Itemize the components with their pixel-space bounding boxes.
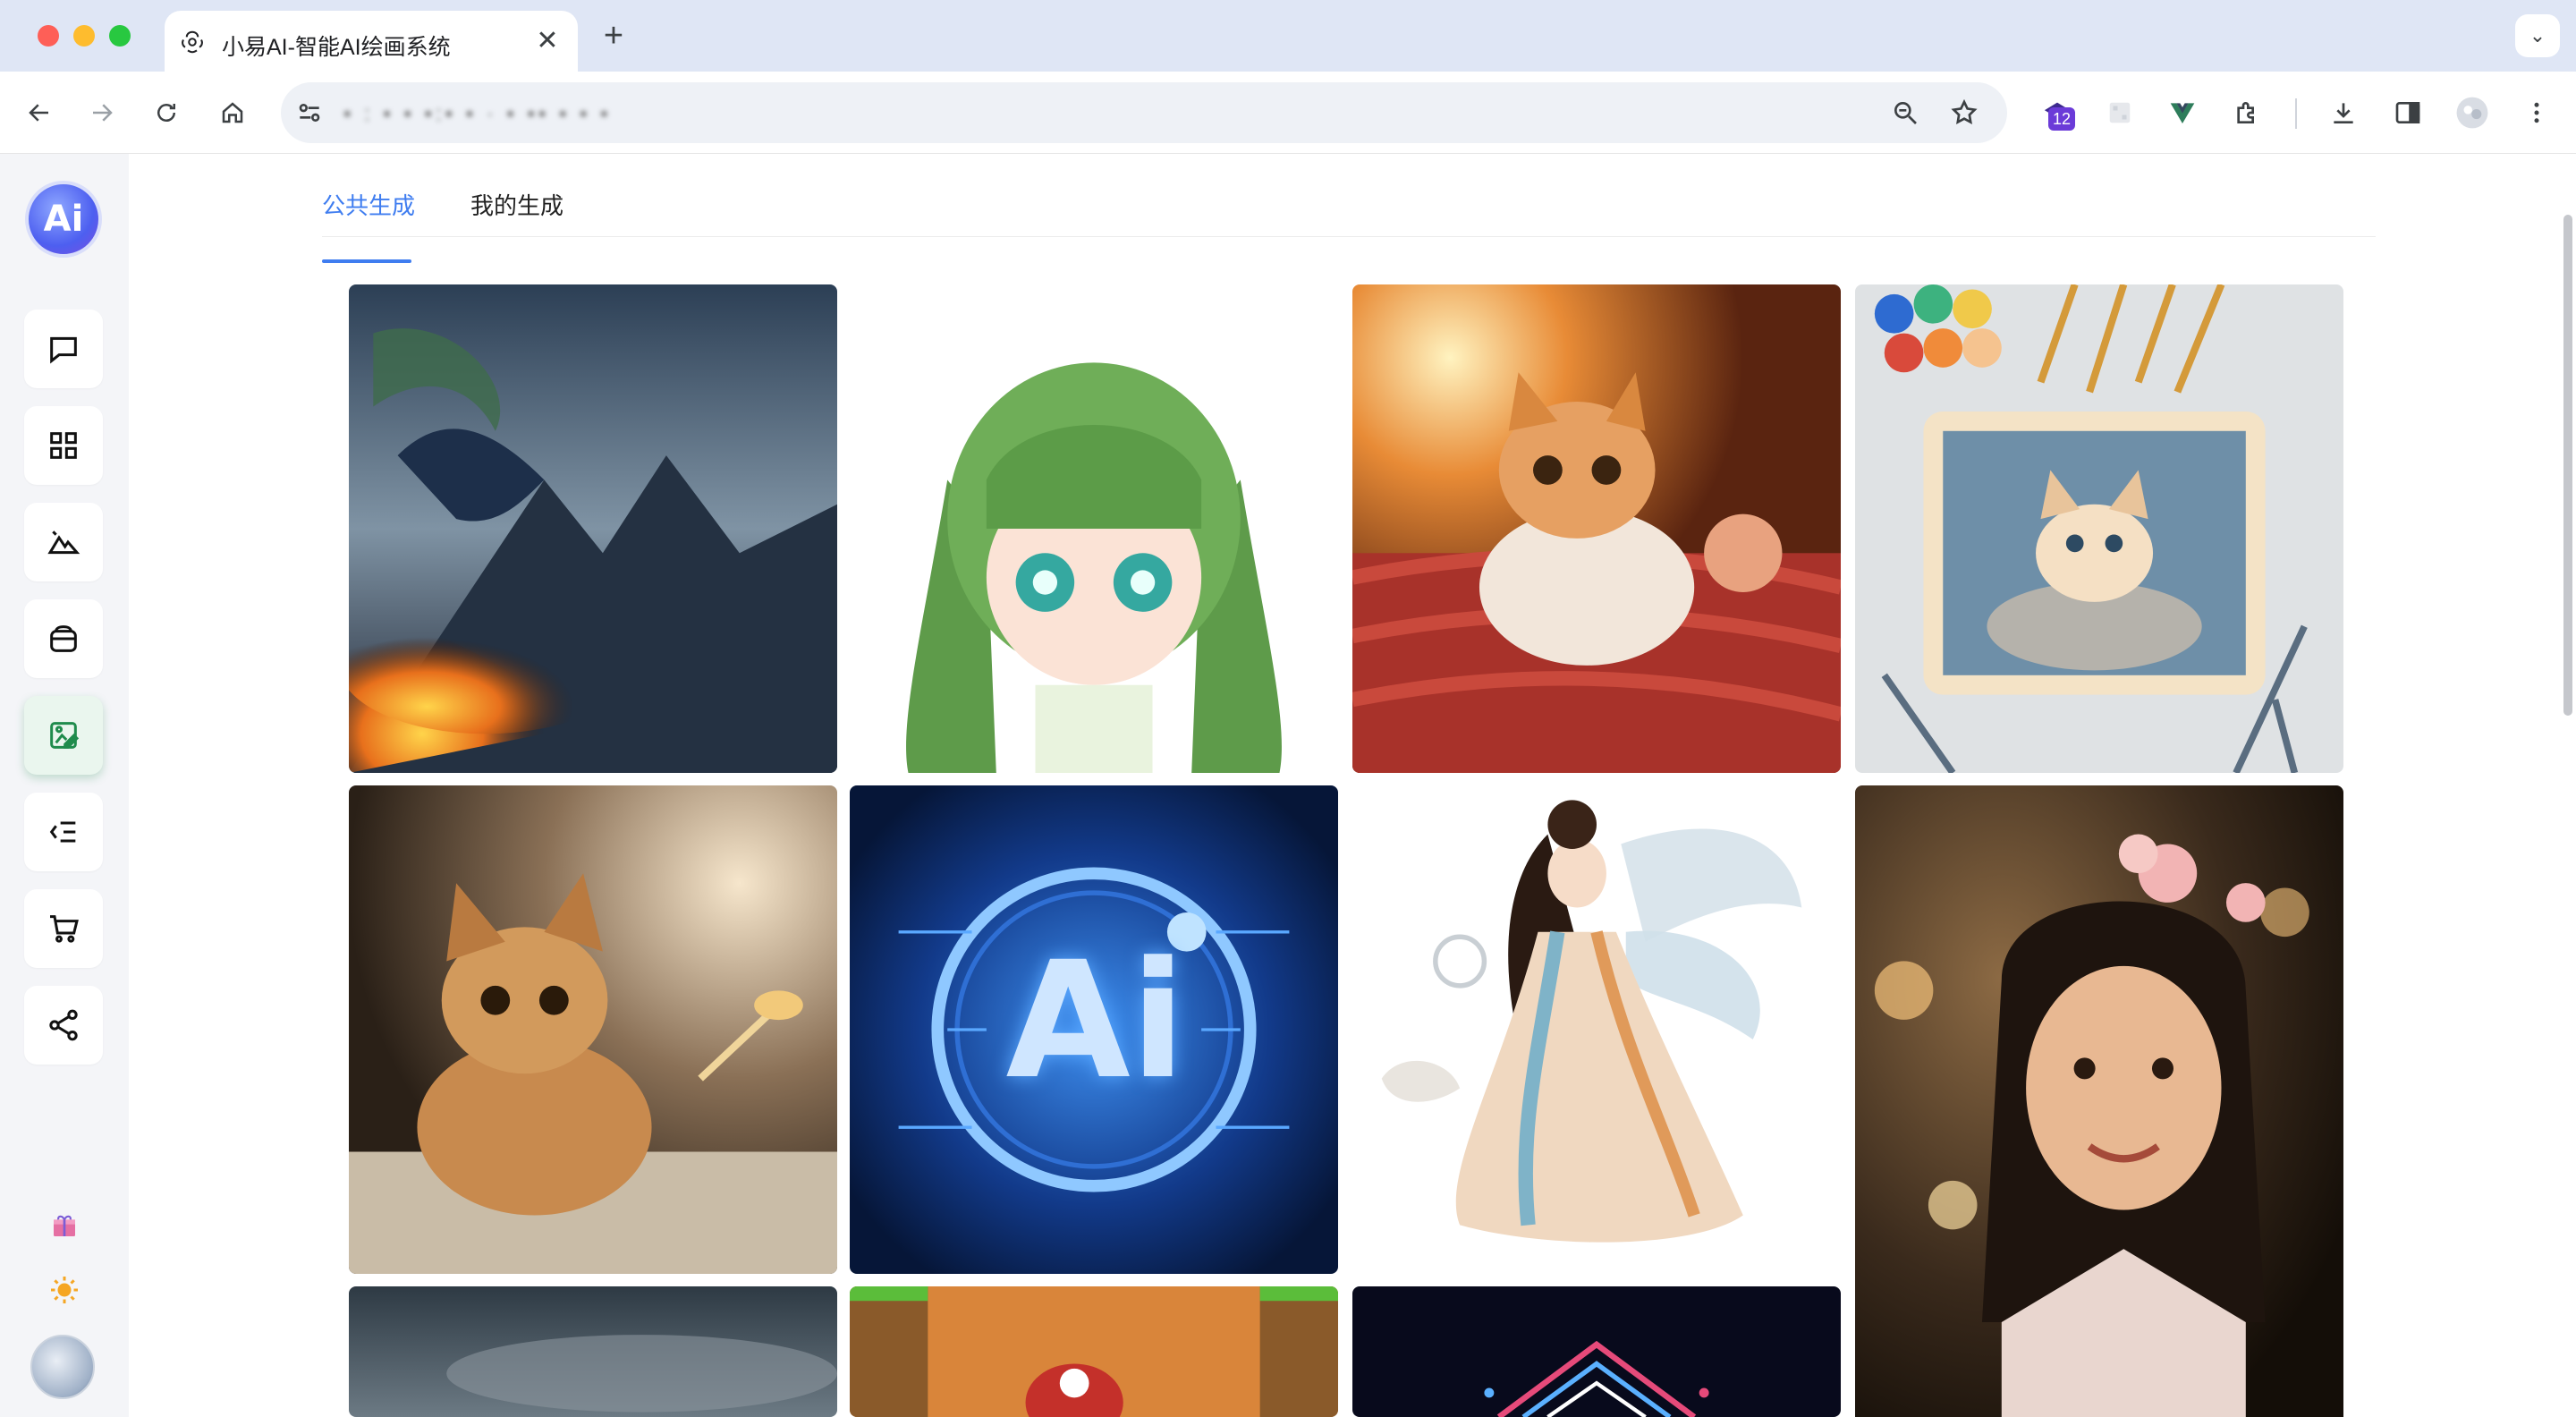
tab-search-button[interactable]: ⌄ <box>2515 14 2560 57</box>
sun-icon[interactable] <box>47 1272 82 1308</box>
ai-emblem-text: Ai <box>1005 928 1186 1115</box>
browser-tab[interactable]: 小易AI-智能AI绘画系统 ✕ <box>165 11 578 72</box>
sidebar-item-share[interactable] <box>24 986 103 1065</box>
openai-favicon-icon <box>182 30 203 54</box>
sidebar-item-apps[interactable] <box>24 406 103 485</box>
tabs-divider <box>322 236 2376 237</box>
address-bar[interactable]: • : • • •:• • · • •• • • • <box>281 82 2007 143</box>
window-close-button[interactable] <box>38 25 59 47</box>
gallery-image-dragon[interactable] <box>349 284 837 773</box>
list-collapse-icon <box>49 821 76 843</box>
tab-title: 小易AI-智能AI绘画系统 <box>222 35 451 60</box>
bookmark-star-icon[interactable] <box>1950 98 1979 132</box>
gallery-image-cloudy-sky[interactable] <box>349 1286 837 1417</box>
gallery-image-game-world[interactable] <box>850 1286 1338 1417</box>
site-settings-icon[interactable] <box>295 98 324 132</box>
sidebar: Ai <box>0 154 129 1417</box>
user-avatar[interactable] <box>30 1335 95 1399</box>
gift-icon[interactable] <box>47 1208 82 1243</box>
chat-bubble-icon <box>50 336 77 364</box>
gallery-image-tabby-cat[interactable] <box>349 785 837 1274</box>
gallery-image-hanfu-fairy[interactable] <box>1352 785 1841 1274</box>
vue-devtools-icon[interactable] <box>2161 91 2204 134</box>
profile-icon[interactable] <box>2451 91 2494 134</box>
back-icon[interactable] <box>18 91 61 134</box>
browser-toolbar: • : • • •:• • · • •• • • • 12 <box>0 72 2576 154</box>
browser-tab-strip: 小易AI-智能AI绘画系统 ✕ + ⌄ <box>0 0 2576 72</box>
tab-my-generation[interactable]: 我的生成 <box>470 188 564 221</box>
reload-icon[interactable] <box>145 91 188 134</box>
sidebar-item-chat[interactable] <box>24 310 103 388</box>
extension-icon[interactable] <box>2098 91 2141 134</box>
more-menu-icon[interactable] <box>2515 91 2558 134</box>
sidebar-item-shop[interactable] <box>24 889 103 968</box>
sidebar-item-outline[interactable] <box>24 793 103 871</box>
app-page: Ai 公共生成 我的生成 Ai <box>0 154 2576 1417</box>
sidebar-item-gallery[interactable] <box>24 503 103 581</box>
gallery-image-anime-girl[interactable] <box>850 284 1338 773</box>
zoom-icon[interactable] <box>1891 98 1919 132</box>
sidebar-item-wallet[interactable] <box>24 599 103 678</box>
side-panel-icon[interactable] <box>2386 91 2429 134</box>
share-icon <box>49 1009 78 1041</box>
mountain-icon <box>47 530 80 555</box>
page-scrollbar[interactable] <box>2563 215 2572 716</box>
extensions-puzzle-icon[interactable] <box>2225 91 2268 134</box>
home-icon[interactable] <box>211 91 254 134</box>
grid-icon <box>50 432 77 459</box>
window-maximize-button[interactable] <box>109 25 131 47</box>
sidebar-item-drawing[interactable] <box>24 696 103 775</box>
wallet-icon <box>50 625 77 652</box>
gallery-image-neon-circuit[interactable] <box>1352 1286 1841 1417</box>
gallery-image-kitten-painting[interactable] <box>1855 284 2343 773</box>
gallery-image-portrait-girl[interactable] <box>1855 785 2343 1417</box>
toolbar-separator <box>2295 98 2297 129</box>
cart-icon <box>50 915 79 943</box>
forward-icon[interactable] <box>80 91 123 134</box>
extension-count-badge: 12 <box>2048 107 2075 131</box>
tab-close-icon[interactable]: ✕ <box>530 23 565 59</box>
image-edit-icon <box>50 722 80 749</box>
tab-public-generation[interactable]: 公共生成 <box>322 188 415 221</box>
active-tab-indicator <box>322 259 411 263</box>
gallery-image-kitten-blanket[interactable] <box>1352 284 1841 773</box>
url-text[interactable]: • : • • •:• • · • •• • • • <box>343 102 612 126</box>
download-icon[interactable] <box>2322 91 2365 134</box>
window-minimize-button[interactable] <box>73 25 95 47</box>
app-logo[interactable]: Ai <box>25 181 102 258</box>
new-tab-button[interactable]: + <box>594 16 633 55</box>
